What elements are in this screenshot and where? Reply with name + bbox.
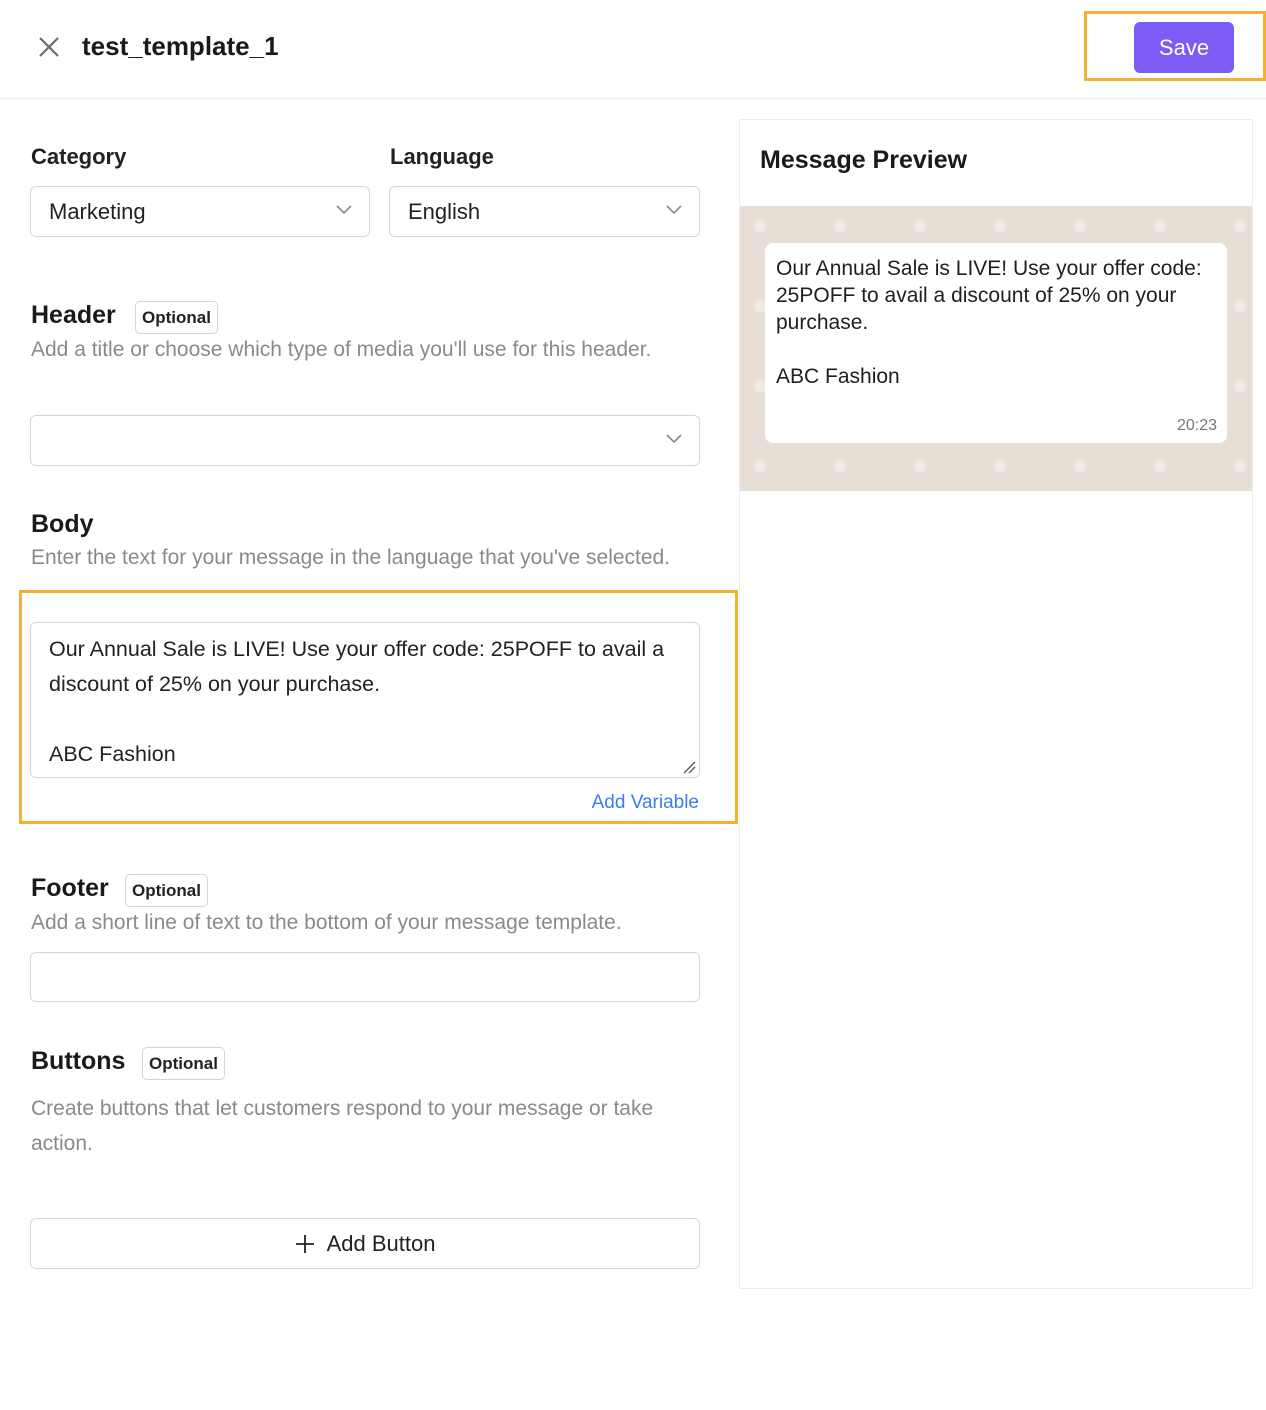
body-textarea[interactable]: Our Annual Sale is LIVE! Use your offer …: [30, 622, 700, 778]
message-bubble: Our Annual Sale is LIVE! Use your offer …: [765, 243, 1227, 443]
body-description: Enter the text for your message in the l…: [31, 546, 671, 569]
template-name: test_template_1: [82, 31, 279, 61]
footer-optional-badge: Optional: [125, 874, 208, 907]
header-description: Add a title or choose which type of medi…: [31, 338, 652, 361]
save-button[interactable]: Save: [1134, 22, 1234, 73]
buttons-description: Create buttons that let customers respon…: [31, 1097, 654, 1155]
close-button[interactable]: [34, 32, 64, 62]
category-label: Category: [31, 144, 127, 169]
preview-title: Message Preview: [760, 146, 968, 174]
add-button-label: Add Button: [326, 1230, 436, 1256]
footer-description: Add a short line of text to the bottom o…: [31, 911, 622, 934]
resize-handle-icon[interactable]: [682, 760, 696, 774]
message-preview-panel: Message Preview Our Annual Sale is LIVE!…: [739, 119, 1253, 1289]
chevron-down-icon: [666, 434, 682, 444]
category-value: Marketing: [49, 199, 146, 224]
footer-section-title: Footer: [31, 874, 109, 902]
buttons-optional-badge: Optional: [142, 1047, 225, 1080]
plus-icon: [295, 1234, 314, 1253]
language-label: Language: [390, 144, 494, 169]
header-section-title: Header: [31, 301, 116, 329]
language-select[interactable]: English: [389, 186, 700, 237]
add-button[interactable]: Add Button: [30, 1218, 700, 1269]
buttons-section-title: Buttons: [31, 1047, 126, 1075]
top-bar: test_template_1 Save: [0, 0, 1266, 99]
header-type-select[interactable]: [30, 415, 700, 466]
category-select[interactable]: Marketing: [30, 186, 370, 237]
header-optional-badge: Optional: [135, 301, 218, 334]
add-variable-link[interactable]: Add Variable: [592, 792, 699, 814]
language-value: English: [408, 199, 481, 224]
chat-background: Our Annual Sale is LIVE! Use your offer …: [740, 206, 1252, 491]
message-time: 20:23: [1176, 417, 1217, 434]
chevron-down-icon: [666, 205, 682, 215]
body-section-title: Body: [31, 510, 94, 538]
footer-input[interactable]: [30, 952, 700, 1002]
preview-message-text: Our Annual Sale is LIVE! Use your offer …: [776, 257, 1202, 388]
chevron-down-icon: [336, 205, 352, 215]
close-icon: [39, 37, 59, 57]
